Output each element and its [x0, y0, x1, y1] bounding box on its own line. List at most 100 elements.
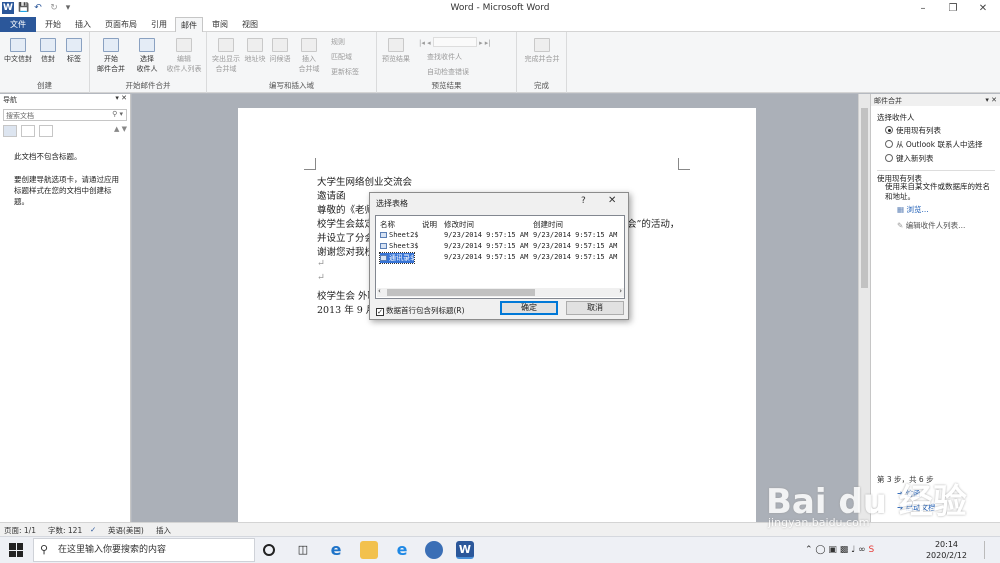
column-header-description[interactable]: 说明 — [422, 219, 437, 230]
tab-page-layout[interactable]: 页面布局 — [100, 17, 142, 32]
cortana-icon[interactable] — [263, 544, 275, 556]
select-recipients-button[interactable]: 选择 收件人 — [130, 38, 164, 74]
tab-mailings[interactable]: 邮件 — [175, 17, 203, 33]
scroll-thumb[interactable] — [861, 108, 868, 288]
chinese-envelope-button[interactable]: 中文信封 — [3, 38, 33, 64]
scroll-left-icon[interactable]: ‹ — [378, 287, 381, 295]
update-labels-button[interactable]: 更新标签 — [331, 67, 359, 77]
labels-button[interactable]: 标签 — [62, 38, 86, 64]
envelopes-button[interactable]: 信封 — [36, 38, 60, 64]
rules-button[interactable]: 规则 — [331, 37, 345, 47]
group-start-mail-merge: 开始 邮件合并 选择 收件人 编辑 收件人列表 开始邮件合并 — [90, 32, 207, 93]
app-icon[interactable] — [425, 541, 443, 559]
nav-tabs: ▲ ▼ — [3, 125, 127, 137]
document-icon — [103, 38, 119, 52]
group-finish: 完成并合并 完成 — [517, 32, 567, 93]
mailpane-title: 邮件合并 — [874, 97, 902, 105]
insert-merge-field-button[interactable]: 插入 合并域 — [295, 38, 323, 74]
crop-mark — [678, 158, 690, 170]
scroll-right-icon[interactable]: › — [619, 287, 622, 295]
recipients-icon — [139, 38, 155, 52]
match-fields-button[interactable]: 匹配域 — [331, 52, 352, 62]
scroll-thumb[interactable] — [387, 289, 535, 296]
edge-icon[interactable]: e — [327, 541, 345, 559]
word-taskbar-icon[interactable]: W — [456, 541, 474, 559]
greeting-line-button[interactable]: 问候语 — [267, 38, 293, 64]
radio-outlook-contacts[interactable]: 从 Outlook 联系人中选择 — [885, 139, 982, 150]
system-tray-icons[interactable]: ⌃ ◯ ▣ ▩ ♩ ∞ S — [805, 545, 874, 555]
highlight-merge-fields-button[interactable]: 突出显示 合并域 — [209, 38, 243, 74]
navigation-pane: 导航 ▾ ✕ 搜索文档 ⚲ ▾ ▲ ▼ 此文档不包含标题。 要创建导航选项卡，请通过… — [0, 94, 131, 522]
tab-file[interactable]: 文件 — [0, 17, 36, 32]
doc-line: 尊敬的《老师 — [317, 205, 375, 216]
cancel-button[interactable]: 取消 — [566, 301, 624, 315]
radio-dot — [885, 154, 893, 162]
first-row-headers-checkbox[interactable]: ✓ 数据首行包含列标题(R) — [376, 305, 465, 316]
file-explorer-icon[interactable] — [360, 541, 378, 559]
table-row-selected[interactable]: 通讯录$ 9/23/2014 9:57:15 AM 9/23/2014 9:57… — [378, 252, 626, 264]
notification-icon[interactable] — [984, 541, 994, 559]
nav-tab-headings[interactable] — [3, 125, 17, 137]
column-header-modified[interactable]: 修改时间 — [444, 219, 474, 230]
table-row[interactable]: Sheet3$ 9/23/2014 9:57:15 AM 9/23/2014 9… — [380, 242, 626, 252]
group-write-insert-fields: 突出显示 合并域 地址块 问候语 插入 合并域 规则 匹配域 更新标签 编写和插… — [207, 32, 377, 93]
task-view-icon[interactable]: ◫ — [294, 541, 312, 559]
nav-tab-results[interactable] — [39, 125, 53, 137]
insert-mode[interactable]: 插入 — [156, 525, 171, 536]
radio-type-new-list[interactable]: 键入新列表 — [885, 153, 934, 164]
tab-references[interactable]: 引用 — [146, 17, 172, 32]
tab-view[interactable]: 视图 — [237, 17, 263, 32]
finish-merge-icon — [534, 38, 550, 52]
doc-line: 大学生网络创业交流会 — [317, 177, 413, 188]
table-icon — [380, 255, 387, 261]
paragraph-mark: ↵ — [317, 272, 325, 283]
nav-prev-next[interactable]: ▲ ▼ — [114, 125, 127, 133]
windows-start-icon[interactable] — [9, 543, 23, 557]
doc-line: 邀请函 — [317, 191, 346, 202]
nav-close-icon[interactable]: ▾ ✕ — [115, 94, 127, 102]
tab-review[interactable]: 审阅 — [207, 17, 233, 32]
nav-title: 导航 — [3, 96, 17, 104]
finish-merge-button[interactable]: 完成并合并 — [519, 38, 565, 64]
close-icon[interactable]: ✕ — [608, 195, 616, 206]
ie-icon[interactable]: e — [393, 541, 411, 559]
word-count[interactable]: 字数: 121 — [48, 525, 82, 536]
horizontal-scrollbar[interactable]: ‹ › — [377, 287, 624, 297]
nav-tab-pages[interactable] — [21, 125, 35, 137]
ribbon: 中文信封 信封 标签 创建 开始 邮件合并 选择 收件人 编辑 收件人列表 开始… — [0, 32, 1000, 93]
taskbar-search-input[interactable]: ⚲ 在这里输入你要搜索的内容 — [33, 538, 255, 562]
auto-check-errors-button[interactable]: 自动检查错误 — [427, 67, 469, 77]
mailpane-close-icon[interactable]: ▾ ✕ — [985, 96, 997, 104]
column-header-name[interactable]: 名称 — [380, 219, 395, 230]
close-window-button[interactable]: ✕ — [968, 0, 998, 17]
help-button[interactable]: ? — [581, 196, 586, 206]
insert-field-icon — [301, 38, 317, 52]
watermark-url: jingyan.baidu.com — [768, 516, 870, 529]
preview-results-button[interactable]: 预览结果 — [379, 38, 413, 64]
envelope-icon — [10, 38, 26, 52]
taskbar-clock[interactable]: 20:14 2020/2/12 — [926, 539, 967, 561]
column-header-created[interactable]: 创建时间 — [533, 219, 563, 230]
edit-icon: ✎ — [897, 221, 904, 230]
restore-button[interactable]: ❐ — [938, 0, 968, 17]
radio-use-existing[interactable]: 使用现有列表 — [885, 125, 941, 136]
find-recipient-button[interactable]: 查找收件人 — [427, 52, 462, 62]
proofing-icon[interactable]: ✓ — [90, 525, 96, 534]
edit-recipient-list-button[interactable]: 编辑 收件人列表 — [164, 38, 204, 74]
nav-search-input[interactable]: 搜索文档 ⚲ ▾ — [3, 109, 127, 121]
minimize-button[interactable]: – — [908, 0, 938, 17]
language-indicator[interactable]: 英语(美国) — [108, 525, 144, 536]
edit-recipient-list-link[interactable]: ✎ 编辑收件人列表... — [897, 220, 965, 231]
record-navigation[interactable]: |◂ ◂ ▸ ▸| — [419, 37, 491, 47]
tab-home[interactable]: 开始 — [40, 17, 66, 32]
tab-insert[interactable]: 插入 — [70, 17, 96, 32]
start-mail-merge-button[interactable]: 开始 邮件合并 — [93, 38, 129, 74]
address-block-button[interactable]: 地址块 — [243, 38, 267, 64]
search-icon[interactable]: ⚲ ▾ — [112, 110, 123, 118]
browse-link[interactable]: ▦ 浏览... — [897, 204, 929, 215]
table-row[interactable]: Sheet2$ 9/23/2014 9:57:15 AM 9/23/2014 9… — [380, 231, 626, 241]
ok-button[interactable]: 确定 — [500, 301, 558, 315]
table-list[interactable]: 名称 说明 修改时间 创建时间 Sheet2$ 9/23/2014 9:57:1… — [375, 215, 625, 299]
page-count[interactable]: 页面: 1/1 — [4, 525, 36, 536]
group-create: 中文信封 信封 标签 创建 — [0, 32, 90, 93]
